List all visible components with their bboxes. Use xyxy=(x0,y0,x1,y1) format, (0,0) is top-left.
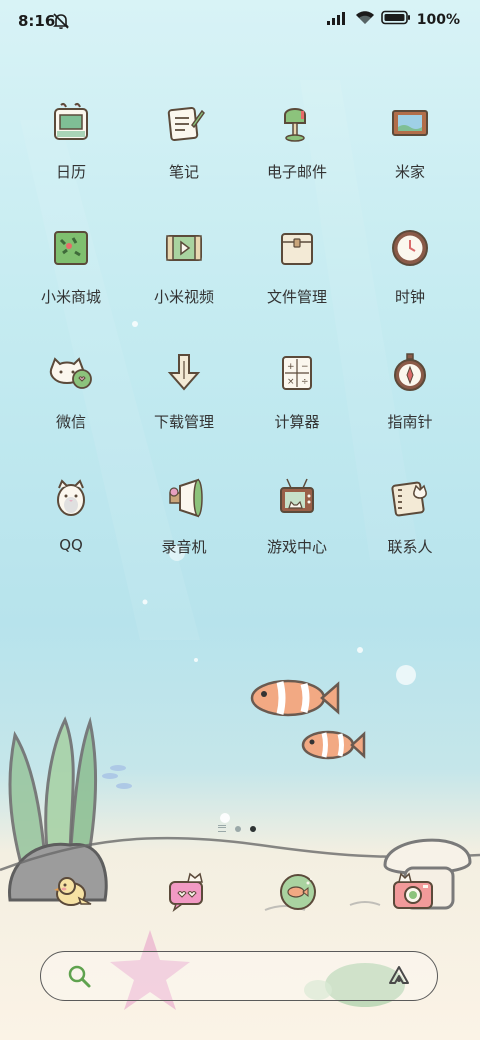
app-label: QQ xyxy=(59,536,83,554)
browser-fish-icon[interactable] xyxy=(270,862,326,918)
notes-icon xyxy=(156,95,212,151)
app-label: 日历 xyxy=(55,163,86,181)
app-label: 下载管理 xyxy=(153,413,214,431)
camera-cat-icon[interactable] xyxy=(385,862,441,918)
svg-text:+: + xyxy=(287,362,295,372)
app-contacts[interactable]: 联系人 xyxy=(360,470,460,557)
dock xyxy=(0,862,480,922)
app-label: 米家 xyxy=(394,163,425,181)
app-label: 指南针 xyxy=(387,413,433,431)
bell-off-icon xyxy=(52,12,70,34)
battery-unit: % xyxy=(445,11,460,28)
app-label: 小米商城 xyxy=(40,288,101,306)
app-notes[interactable]: 笔记 xyxy=(134,95,234,182)
picture-frame-icon xyxy=(382,95,438,151)
contacts-icon xyxy=(382,470,438,526)
svg-text:−: − xyxy=(301,362,309,372)
wifi-icon xyxy=(355,10,375,29)
app-label: 电子邮件 xyxy=(266,163,327,181)
page-indicator-dot-active[interactable] xyxy=(250,825,256,832)
app-label: 文件管理 xyxy=(266,288,327,306)
app-email[interactable]: 电子邮件 xyxy=(247,95,347,182)
page-indicator-feed[interactable] xyxy=(218,825,226,832)
app-label: 游戏中心 xyxy=(266,538,327,556)
battery-icon xyxy=(380,10,411,29)
app-wechat[interactable]: 微信 xyxy=(21,345,121,432)
app-mijia[interactable]: 米家 xyxy=(360,95,460,182)
app-mi-video[interactable]: 小米视频 xyxy=(134,220,234,307)
compass-icon xyxy=(382,345,438,401)
recorder-icon xyxy=(156,470,212,526)
wechat-cat-icon xyxy=(43,345,99,401)
mailbox-icon xyxy=(269,95,325,151)
app-mi-store[interactable]: 小米商城 xyxy=(21,220,121,307)
calculator-icon: + − × ÷ xyxy=(269,345,325,401)
app-label: 微信 xyxy=(55,413,86,431)
search-icon[interactable] xyxy=(67,964,93,994)
app-download-manager[interactable]: 下载管理 xyxy=(134,345,234,432)
app-label: 小米视频 xyxy=(153,288,214,306)
calendar-icon xyxy=(43,95,99,151)
app-recorder[interactable]: 录音机 xyxy=(134,470,234,557)
page-indicator-dot[interactable] xyxy=(235,825,241,832)
battery-percentage: 100% xyxy=(417,12,460,28)
battery-value: 100 xyxy=(416,11,446,28)
clock-icon xyxy=(382,220,438,276)
store-icon xyxy=(43,220,99,276)
app-compass[interactable]: 指南针 xyxy=(360,345,460,432)
page-indicator[interactable] xyxy=(218,825,256,832)
app-label: 录音机 xyxy=(161,538,207,556)
assistant-icon[interactable] xyxy=(387,964,411,992)
bird-phone-icon[interactable] xyxy=(45,862,101,918)
app-game-center[interactable]: 游戏中心 xyxy=(247,470,347,557)
svg-text:÷: ÷ xyxy=(301,377,309,387)
app-label: 计算器 xyxy=(274,413,320,431)
message-cat-icon[interactable] xyxy=(160,862,216,918)
app-calendar[interactable]: 日历 xyxy=(21,95,121,182)
app-calculator[interactable]: + − × ÷ 计算器 xyxy=(247,345,347,432)
app-file-manager[interactable]: 文件管理 xyxy=(247,220,347,307)
app-clock[interactable]: 时钟 xyxy=(360,220,460,307)
app-label: 笔记 xyxy=(168,163,199,181)
status-time: 8:16 xyxy=(18,12,56,30)
video-icon xyxy=(156,220,212,276)
download-arrow-icon xyxy=(156,345,212,401)
tv-cat-icon xyxy=(269,470,325,526)
folder-icon xyxy=(269,220,325,276)
penguin-icon xyxy=(43,470,99,526)
signal-icon xyxy=(326,10,349,29)
app-label: 联系人 xyxy=(387,538,433,556)
app-label: 时钟 xyxy=(394,288,425,306)
status-bar: 8:16 100% xyxy=(0,0,480,42)
search-bar[interactable] xyxy=(40,951,438,1001)
app-qq[interactable]: QQ xyxy=(21,470,121,554)
svg-text:×: × xyxy=(287,377,295,387)
